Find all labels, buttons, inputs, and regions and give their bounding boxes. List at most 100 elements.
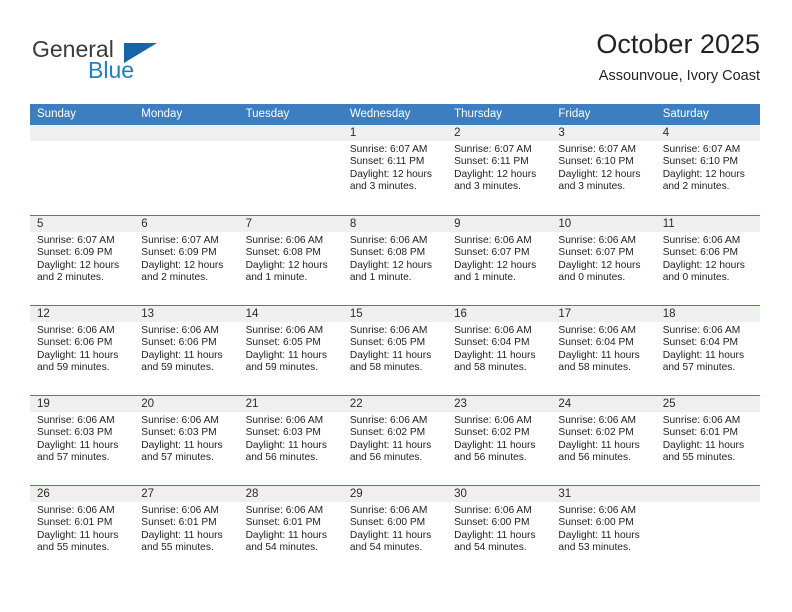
day-cell-17[interactable]: 17 Sunrise: 6:06 AM Sunset: 6:04 PM Dayligh…: [551, 306, 656, 395]
day-cell-19[interactable]: 19 Sunrise: 6:06 AM Sunset: 6:03 PM Dayligh…: [30, 396, 135, 485]
day-cell-21[interactable]: 21 Sunrise: 6:06 AM Sunset: 6:03 PM Dayligh…: [238, 396, 343, 485]
day-number-band: 1: [342, 125, 448, 141]
day-cell-9[interactable]: 9 Sunrise: 6:06 AM Sunset: 6:07 PM Daylight…: [447, 216, 552, 305]
sunrise-text: Sunrise: 6:07 AM: [141, 235, 219, 246]
day-number: 31: [558, 488, 572, 500]
day-cell-28[interactable]: 28 Sunrise: 6:06 AM Sunset: 6:01 PM Dayligh…: [238, 486, 343, 575]
day-cell-5[interactable]: 5 Sunrise: 6:07 AM Sunset: 6:09 PM Daylight…: [30, 216, 135, 305]
day-number-band: [30, 125, 135, 141]
day-cell-11[interactable]: 11 Sunrise: 6:06 AM Sunset: 6:06 PM Dayligh…: [655, 216, 760, 305]
day-cell-7[interactable]: 7 Sunrise: 6:06 AM Sunset: 6:08 PM Daylight…: [238, 216, 343, 305]
day-cell-8[interactable]: 8 Sunrise: 6:06 AM Sunset: 6:08 PM Daylight…: [342, 216, 448, 305]
daylight-text: Daylight: 11 hours and 58 minutes.: [454, 349, 536, 374]
day-info: Sunrise: 6:06 AM Sunset: 6:07 PM Daylight:…: [551, 232, 655, 285]
day-number-band: [134, 125, 239, 141]
day-info: Sunrise: 6:06 AM Sunset: 6:02 PM Daylight:…: [447, 412, 551, 465]
day-number-band: 30: [447, 486, 552, 502]
sunset-text: Sunset: 6:02 PM: [349, 427, 426, 439]
day-cell-22[interactable]: 22 Sunrise: 6:06 AM Sunset: 6:02 PM Dayligh…: [342, 396, 448, 485]
day-info: Sunrise: 6:07 AM Sunset: 6:11 PM Daylight:…: [343, 141, 447, 194]
day-number: 24: [558, 398, 572, 410]
day-number: 4: [662, 127, 670, 139]
day-number-band: 11: [655, 216, 760, 232]
day-number-band: 8: [342, 216, 448, 232]
day-number: 15: [349, 308, 363, 320]
day-cell-20[interactable]: 20 Sunrise: 6:06 AM Sunset: 6:03 PM Dayligh…: [134, 396, 239, 485]
day-cell-empty: [30, 125, 135, 215]
weekday-header-wednesday: Wednesday: [349, 108, 411, 120]
day-cell-2[interactable]: 2 Sunrise: 6:07 AM Sunset: 6:11 PM Daylight…: [447, 125, 552, 215]
day-cell-31[interactable]: 31 Sunrise: 6:06 AM Sunset: 6:00 PM Dayligh…: [551, 486, 656, 575]
daylight-text: Daylight: 11 hours and 54 minutes.: [349, 529, 432, 554]
day-info: Sunrise: 6:06 AM Sunset: 6:06 PM Daylight:…: [134, 322, 238, 375]
day-number: 13: [141, 308, 155, 320]
day-number: 16: [454, 308, 467, 320]
day-number-band: 31: [551, 486, 656, 502]
daylight-text: Daylight: 12 hours and 1 minute.: [245, 259, 328, 284]
day-number: 14: [245, 308, 259, 320]
sunrise-text: Sunrise: 6:06 AM: [349, 235, 428, 246]
day-cell-14[interactable]: 14 Sunrise: 6:06 AM Sunset: 6:05 PM Dayligh…: [238, 306, 343, 395]
day-cell-4[interactable]: 4 Sunrise: 6:07 AM Sunset: 6:10 PM Daylight…: [655, 125, 760, 215]
sunset-text: Sunset: 6:08 PM: [349, 247, 426, 259]
day-number-band: [655, 486, 760, 502]
daylight-text: Daylight: 11 hours and 58 minutes.: [558, 349, 640, 374]
weekday-header-row: Sunday Monday Tuesday Wednesday Thursday Frid…: [30, 104, 760, 125]
day-cell-26[interactable]: 26 Sunrise: 6:06 AM Sunset: 6:01 PM Dayligh…: [30, 486, 135, 575]
sunset-text: Sunset: 6:02 PM: [454, 427, 530, 439]
day-cell-empty: [134, 125, 239, 215]
day-number: 21: [245, 398, 259, 410]
day-number-band: 13: [134, 306, 239, 322]
sunrise-text: Sunrise: 6:06 AM: [454, 505, 532, 516]
sunset-text: Sunset: 6:04 PM: [454, 337, 530, 349]
sunset-text: Sunset: 6:06 PM: [37, 337, 113, 349]
sunrise-text: Sunrise: 6:07 AM: [662, 144, 741, 155]
day-number-band: 25: [655, 396, 760, 412]
day-cell-24[interactable]: 24 Sunrise: 6:06 AM Sunset: 6:02 PM Dayligh…: [551, 396, 656, 485]
page-subtitle: Assounvoue, Ivory Coast: [598, 68, 760, 84]
daylight-text: Daylight: 11 hours and 57 minutes.: [662, 349, 745, 374]
day-cell-27[interactable]: 27 Sunrise: 6:06 AM Sunset: 6:01 PM Dayligh…: [134, 486, 239, 575]
day-info: Sunrise: 6:06 AM Sunset: 6:05 PM Daylight:…: [239, 322, 343, 375]
day-cell-18[interactable]: 18 Sunrise: 6:06 AM Sunset: 6:04 PM Dayligh…: [655, 306, 760, 395]
day-number: 6: [141, 218, 148, 230]
daylight-text: Daylight: 11 hours and 54 minutes.: [454, 529, 536, 554]
day-number-band: 24: [551, 396, 656, 412]
day-number: 5: [37, 218, 44, 230]
sunset-text: Sunset: 6:08 PM: [245, 247, 321, 259]
day-cell-15[interactable]: 15 Sunrise: 6:06 AM Sunset: 6:05 PM Dayligh…: [342, 306, 448, 395]
daylight-text: Daylight: 11 hours and 59 minutes.: [141, 349, 223, 374]
day-cell-12[interactable]: 12 Sunrise: 6:06 AM Sunset: 6:06 PM Dayligh…: [30, 306, 135, 395]
daylight-text: Daylight: 12 hours and 2 minutes.: [141, 259, 224, 284]
day-cell-25[interactable]: 25 Sunrise: 6:06 AM Sunset: 6:01 PM Dayligh…: [655, 396, 760, 485]
day-info: Sunrise: 6:06 AM Sunset: 6:01 PM Daylight:…: [656, 412, 760, 465]
day-number: 10: [558, 218, 572, 230]
day-number: 9: [454, 218, 461, 230]
day-number: 3: [558, 127, 565, 139]
daylight-text: Daylight: 12 hours and 2 minutes.: [662, 168, 745, 193]
day-cell-3[interactable]: 3 Sunrise: 6:07 AM Sunset: 6:10 PM Daylight…: [551, 125, 656, 215]
sunset-text: Sunset: 6:07 PM: [454, 247, 530, 259]
day-cell-6[interactable]: 6 Sunrise: 6:07 AM Sunset: 6:09 PM Daylight…: [134, 216, 239, 305]
day-info: Sunrise: 6:06 AM Sunset: 6:01 PM Daylight:…: [134, 502, 238, 555]
day-number: 19: [37, 398, 50, 410]
sunset-text: Sunset: 6:05 PM: [349, 337, 426, 349]
sunrise-text: Sunrise: 6:07 AM: [37, 235, 115, 246]
day-cell-1[interactable]: 1 Sunrise: 6:07 AM Sunset: 6:11 PM Daylight…: [342, 125, 448, 215]
brand-logo[interactable]: General Blue: [30, 36, 270, 88]
day-number: 18: [662, 308, 676, 320]
day-info: Sunrise: 6:06 AM Sunset: 6:08 PM Daylight:…: [239, 232, 343, 285]
day-number: 27: [141, 488, 155, 500]
day-number-band: 27: [134, 486, 239, 502]
day-cell-10[interactable]: 10 Sunrise: 6:06 AM Sunset: 6:07 PM Dayligh…: [551, 216, 656, 305]
day-cell-30[interactable]: 30 Sunrise: 6:06 AM Sunset: 6:00 PM Dayligh…: [447, 486, 552, 575]
daylight-text: Daylight: 11 hours and 56 minutes.: [558, 439, 640, 464]
day-cell-16[interactable]: 16 Sunrise: 6:06 AM Sunset: 6:04 PM Dayligh…: [447, 306, 552, 395]
day-cell-13[interactable]: 13 Sunrise: 6:06 AM Sunset: 6:06 PM Dayligh…: [134, 306, 239, 395]
day-info: Sunrise: 6:06 AM Sunset: 6:04 PM Daylight:…: [656, 322, 760, 375]
day-cell-23[interactable]: 23 Sunrise: 6:06 AM Sunset: 6:02 PM Dayligh…: [447, 396, 552, 485]
daylight-text: Daylight: 12 hours and 0 minutes.: [662, 259, 745, 284]
day-info: Sunrise: 6:06 AM Sunset: 6:00 PM Daylight:…: [447, 502, 551, 555]
sunrise-text: Sunrise: 6:06 AM: [558, 325, 636, 336]
day-cell-29[interactable]: 29 Sunrise: 6:06 AM Sunset: 6:00 PM Dayligh…: [342, 486, 448, 575]
